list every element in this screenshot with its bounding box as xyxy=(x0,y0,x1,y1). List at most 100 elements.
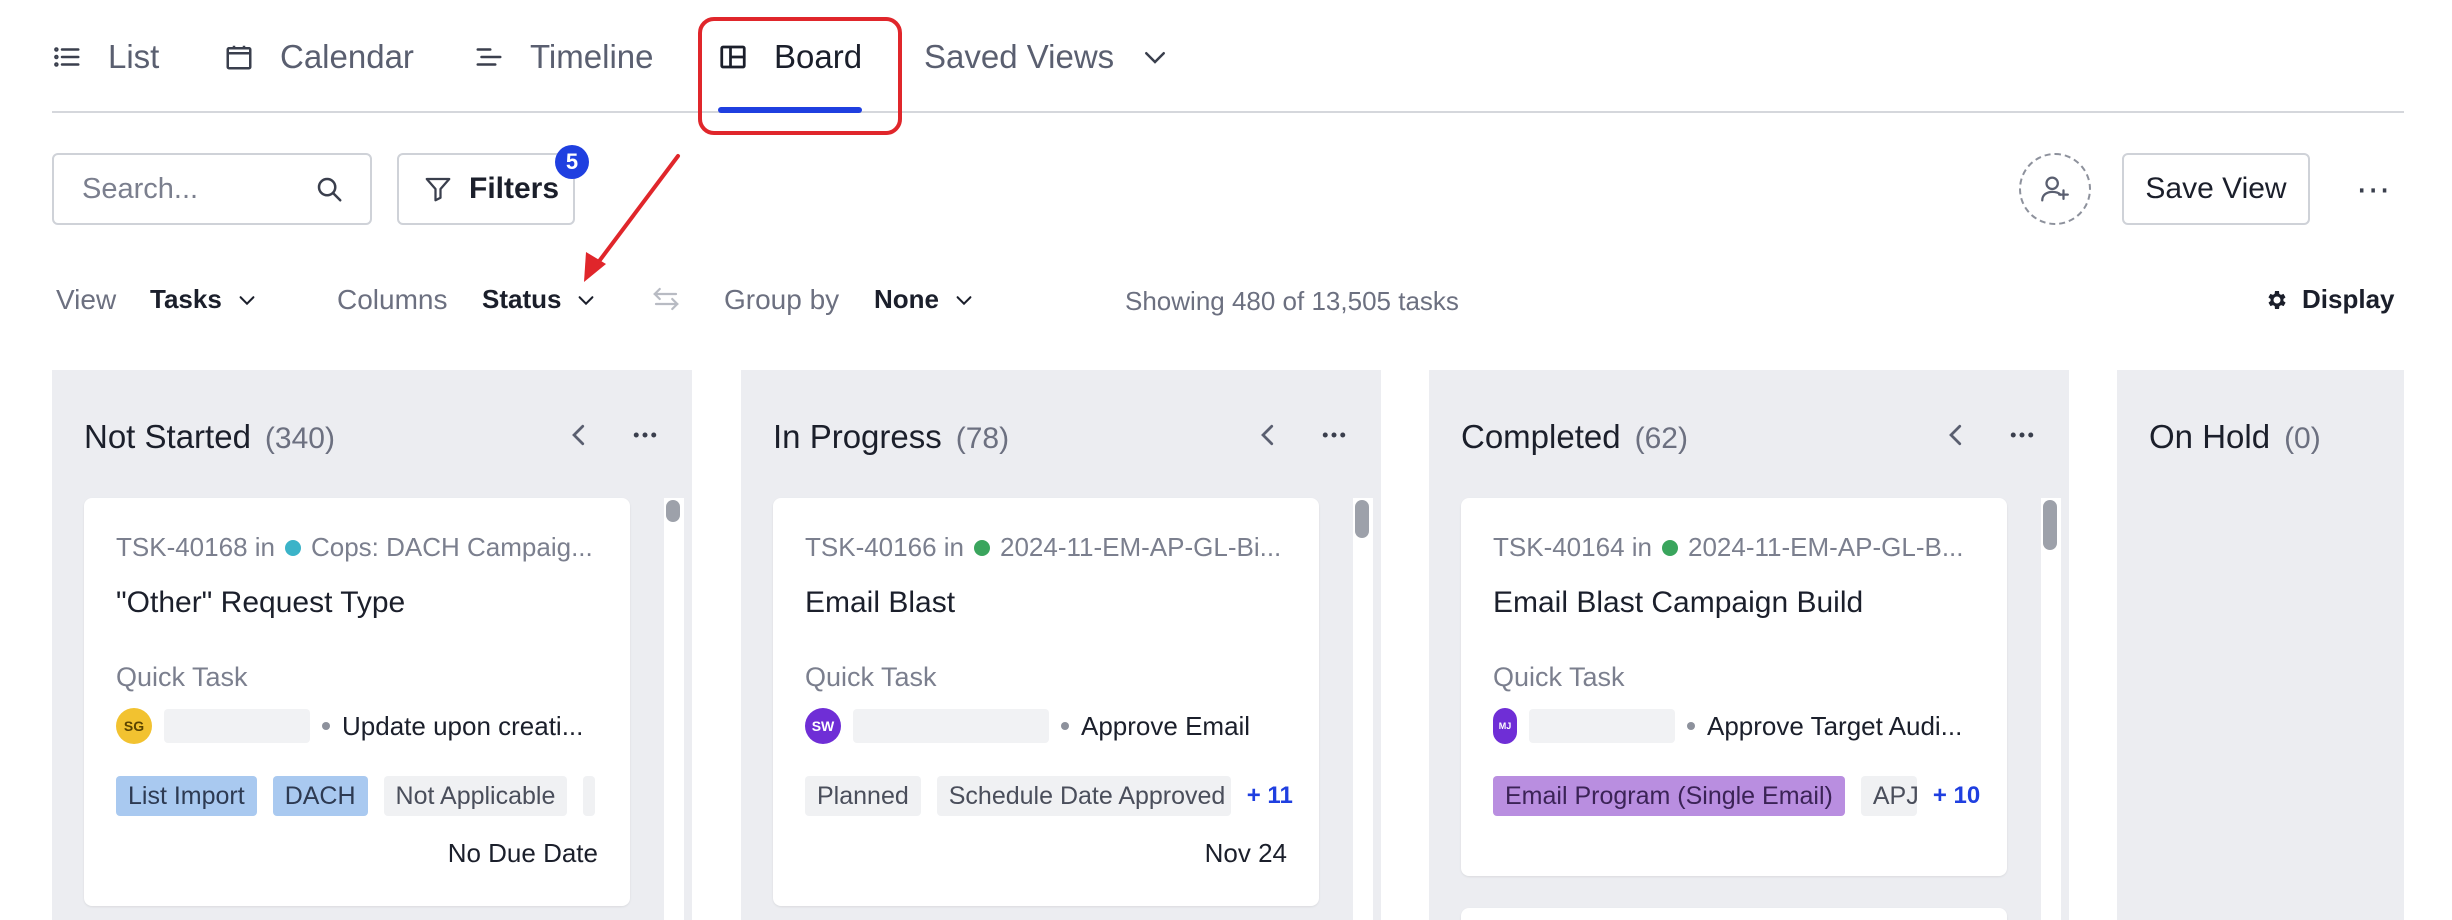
task-count-text: Showing 480 of 13,505 tasks xyxy=(1125,286,1459,316)
group-by-label: Group by xyxy=(724,284,840,315)
task-assignee: SW Approve Email xyxy=(805,706,1250,746)
column-actions xyxy=(1941,420,2037,450)
tab-calendar-label: Calendar xyxy=(280,37,414,75)
avatar[interactable]: SG xyxy=(116,708,152,744)
more-options-icon[interactable] xyxy=(1319,420,1349,450)
scrollbar-thumb[interactable] xyxy=(2043,500,2057,550)
calendar-icon xyxy=(226,45,252,69)
tag-overflow xyxy=(583,776,596,816)
more-options-icon[interactable] xyxy=(630,420,660,450)
chevron-down-icon xyxy=(579,295,594,305)
collapse-left-icon[interactable] xyxy=(564,420,594,450)
columns-select[interactable]: Status xyxy=(482,284,597,315)
task-card[interactable]: TSK-40166 in 2024-11-EM-AP-GL-Bi... Emai… xyxy=(773,498,1319,906)
task-activity: Approve Target Audi... xyxy=(1707,710,1963,741)
tab-saved-views[interactable]: Saved Views xyxy=(924,0,1170,113)
project-name[interactable]: 2024-11-EM-AP-GL-Bi... xyxy=(1000,532,1281,563)
display-label: Display xyxy=(2302,284,2395,314)
column-count: (340) xyxy=(264,422,335,455)
column-count: (62) xyxy=(1634,422,1688,455)
separator-dot xyxy=(322,722,330,730)
view-select-value: Tasks xyxy=(150,284,222,314)
collapse-left-icon[interactable] xyxy=(1941,420,1971,450)
task-title[interactable]: Email Blast xyxy=(805,586,955,620)
chevron-down-icon xyxy=(956,295,972,305)
task-title[interactable]: "Other" Request Type xyxy=(116,586,405,620)
column-actions xyxy=(1253,420,1349,450)
board-column-not-started: Not Started (340) TSK-40168 in Cops: DAC… xyxy=(52,370,692,920)
redacted-name xyxy=(164,709,310,743)
search-input[interactable] xyxy=(82,172,302,206)
tab-calendar[interactable]: Calendar xyxy=(224,0,414,113)
scrollbar-thumb[interactable] xyxy=(666,500,680,522)
task-id: TSK-40164 in xyxy=(1493,532,1652,562)
task-card[interactable]: TSK-40168 in Cops: DACH Campaig... "Othe… xyxy=(84,498,630,906)
task-tags: Planned Schedule Date Approved + 11 xyxy=(805,776,1293,816)
task-activity: Update upon creati... xyxy=(342,710,584,741)
tab-timeline[interactable]: Timeline xyxy=(474,0,653,113)
task-type: Quick Task xyxy=(805,662,937,692)
board-column-completed: Completed (62) TSK-40164 in 2024-11-EM-A… xyxy=(1429,370,2069,920)
column-actions xyxy=(564,420,660,450)
search-box[interactable] xyxy=(52,153,372,225)
task-id: TSK-40166 in xyxy=(805,532,964,562)
tag: Planned xyxy=(805,776,921,816)
filters-label: Filters xyxy=(469,172,560,205)
swap-icon[interactable] xyxy=(651,284,681,314)
column-header: In Progress (78) xyxy=(773,418,1009,456)
search-icon[interactable] xyxy=(314,174,344,204)
tab-saved-views-label: Saved Views xyxy=(924,37,1115,75)
board-column-on-hold: On Hold (0) xyxy=(2117,370,2404,920)
collapse-left-icon[interactable] xyxy=(1253,420,1283,450)
more-tags-link[interactable]: + 10 xyxy=(1933,776,1980,816)
display-button[interactable]: Display xyxy=(2264,284,2395,315)
column-scrollbar[interactable] xyxy=(664,498,684,920)
project-name[interactable]: 2024-11-EM-AP-GL-B... xyxy=(1688,532,1964,563)
project-status-dot xyxy=(973,539,990,556)
task-title[interactable]: Email Blast Campaign Build xyxy=(1493,586,1863,620)
task-type: Quick Task xyxy=(116,662,248,692)
more-options-icon[interactable]: ⋯ xyxy=(2354,170,2394,210)
view-tabs: List Calendar Timeline Board Saved Views xyxy=(52,0,2404,113)
task-activity: Approve Email xyxy=(1081,710,1251,741)
chevron-down-icon xyxy=(1145,51,1166,64)
column-header: Not Started (340) xyxy=(84,418,335,456)
avatar[interactable]: MJ xyxy=(1493,708,1517,744)
board-column-in-progress: In Progress (78) TSK-40166 in 2024-11-EM… xyxy=(741,370,1381,920)
tag: List Import xyxy=(116,776,257,816)
task-card[interactable]: TSK-40164 in 2024-11-EM-AP-GL-B... Email… xyxy=(1461,498,2007,876)
column-scrollbar[interactable] xyxy=(1353,498,1373,920)
column-title: In Progress xyxy=(773,418,942,455)
tag: APJ xyxy=(1860,776,1917,816)
avatar[interactable]: SW xyxy=(805,708,841,744)
task-tags: List Import DACH Not Applicable xyxy=(116,776,596,816)
view-select[interactable]: Tasks xyxy=(150,284,258,315)
column-count: (0) xyxy=(2284,422,2321,455)
add-member-button[interactable] xyxy=(2019,153,2091,225)
task-meta: TSK-40168 in Cops: DACH Campaig... xyxy=(116,532,616,563)
timeline-icon xyxy=(476,47,502,66)
more-tags-link[interactable]: + 11 xyxy=(1247,776,1293,816)
project-name[interactable]: Cops: DACH Campaig... xyxy=(311,532,593,563)
tag: Schedule Date Approved xyxy=(936,776,1231,816)
column-title: Completed xyxy=(1461,418,1621,455)
tab-board[interactable]: Board xyxy=(718,0,863,113)
scrollbar-thumb[interactable] xyxy=(1355,500,1369,538)
separator-dot xyxy=(1687,722,1695,730)
tab-list[interactable]: List xyxy=(52,0,159,113)
redacted-name xyxy=(1529,709,1675,743)
tab-timeline-label: Timeline xyxy=(530,37,654,75)
group-by-select[interactable]: None xyxy=(874,284,975,315)
filters-button[interactable]: Filters xyxy=(397,153,575,225)
column-count: (78) xyxy=(955,422,1010,455)
group-by-select-value: None xyxy=(874,284,939,314)
save-view-button[interactable]: Save View xyxy=(2122,153,2310,225)
filter-icon xyxy=(425,177,451,202)
task-card[interactable] xyxy=(1461,908,2007,920)
task-assignee: MJ Approve Target Audi... xyxy=(1493,706,1962,746)
view-label: View xyxy=(56,284,117,315)
more-options-icon[interactable] xyxy=(2007,420,2037,450)
column-scrollbar[interactable] xyxy=(2041,498,2061,920)
gear-icon xyxy=(2268,290,2286,309)
task-type: Quick Task xyxy=(1493,662,1625,692)
